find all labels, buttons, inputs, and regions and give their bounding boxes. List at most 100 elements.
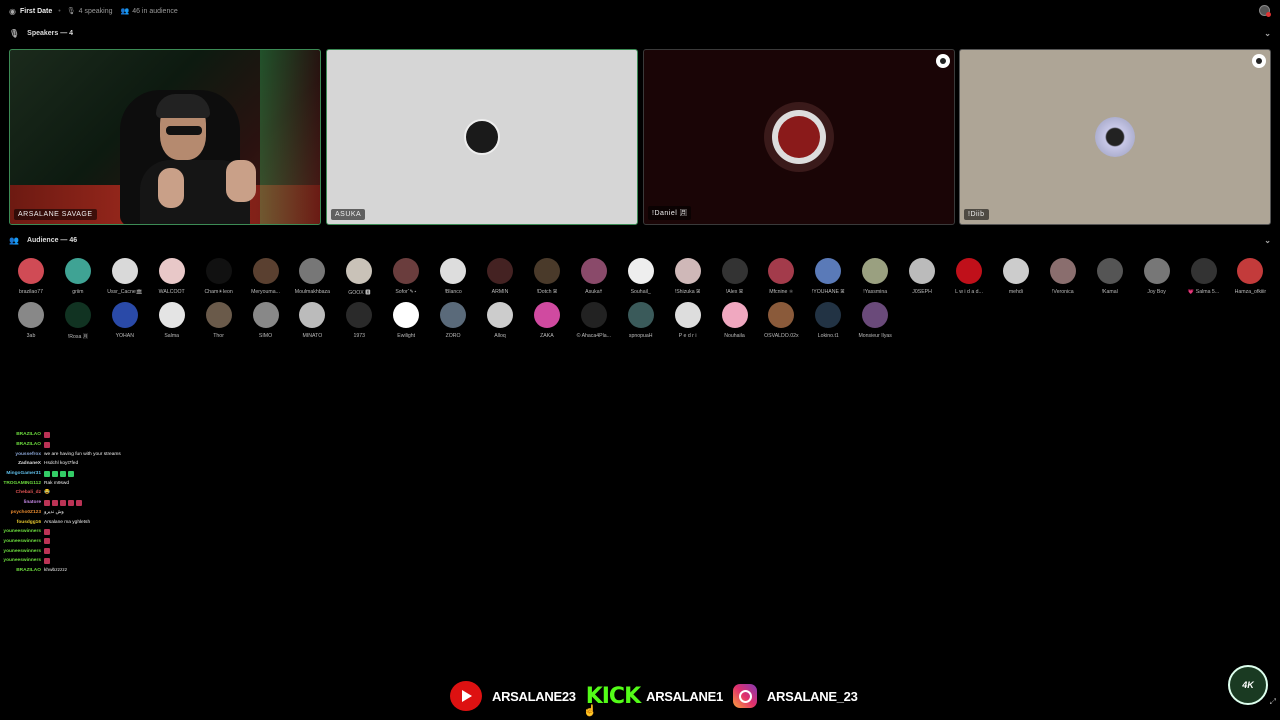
speaker-tile[interactable]: ARSALANE SAVAGE	[9, 49, 321, 225]
audience-member[interactable]: Salma	[150, 302, 194, 339]
avatar	[627, 302, 654, 328]
audience-member[interactable]: Sofor˚✎⋆	[384, 258, 428, 295]
audience-member[interactable]: Lokino.t1	[806, 302, 850, 339]
avatar	[393, 302, 420, 328]
room-title: First Date	[19, 7, 53, 15]
audience-member[interactable]: Meryouma...	[244, 258, 288, 295]
audience-member[interactable]: !Shizuka ꕤ	[666, 258, 710, 296]
emote-icon	[68, 499, 74, 506]
audience-member[interactable]: OSVALDO.02x	[759, 302, 803, 339]
audience-header[interactable]: 👥 Audience — 46 ⌄	[0, 232, 1280, 248]
audience-member[interactable]: !Yassmina	[853, 258, 897, 295]
user-avatar-icon[interactable]	[1259, 5, 1271, 17]
speakers-header[interactable]: 🎙 Speakers — 4 ⌄	[0, 25, 1280, 41]
audience-member[interactable]: !Rosa 🈷	[56, 302, 100, 340]
audience-member[interactable]: Mfcnine ⚛	[759, 258, 803, 295]
avatar	[627, 258, 654, 284]
audience-member[interactable]: !Dotch ꕤ	[525, 258, 569, 296]
avatar	[580, 258, 607, 284]
audience-member[interactable]: mehdi	[994, 258, 1038, 295]
speaker-tile[interactable]: !Daniel 🈷	[643, 49, 955, 225]
settings-icon[interactable]	[936, 54, 950, 68]
avatar	[18, 302, 44, 328]
chevron-down-icon[interactable]: ⌄	[1264, 29, 1271, 38]
chat-message: Chebali_dz 😂	[0, 488, 200, 498]
chevron-down-icon[interactable]: ⌄	[1264, 236, 1271, 245]
kick-handle: ARSALANE1	[646, 688, 723, 704]
audience-name: Ussr_Cacne🏛	[107, 289, 143, 295]
audience-member[interactable]: P e d r i	[666, 302, 710, 339]
audience-member[interactable]: spnopuaH	[619, 302, 663, 339]
chat-text: وش نديرو	[44, 509, 64, 515]
audience-name: Joy Boy	[1147, 289, 1166, 295]
audience-member[interactable]: © Ahaca4Pla...	[572, 302, 616, 339]
logo-text: 4K	[1242, 680, 1254, 690]
audience-member[interactable]: Ewilight	[384, 302, 428, 339]
settings-icon[interactable]	[1252, 54, 1266, 68]
audience-member[interactable]: brazilao77	[9, 258, 53, 295]
audience-member[interactable]: GOOX 🆇	[337, 258, 381, 296]
audience-member[interactable]: Monsieur Ilyas	[853, 302, 897, 339]
avatar	[1143, 258, 1170, 284]
audience-member[interactable]: YOHAN	[103, 302, 147, 339]
audience-name: ZAKA	[540, 333, 554, 339]
audience-member[interactable]: ZAKA	[525, 302, 569, 339]
audience-member[interactable]: Moulmakhbaza	[290, 258, 334, 295]
audience-member[interactable]: WALCOOT	[150, 258, 194, 295]
audience-member[interactable]: Souhail_	[619, 258, 663, 295]
speaker-name: ARSALANE SAVAGE	[14, 209, 97, 220]
audience-member[interactable]: !Veronica	[1041, 258, 1085, 295]
audience-member[interactable]: L w i d a d...	[947, 258, 991, 295]
audience-member[interactable]: Cham☀leon	[197, 258, 241, 295]
audience-member[interactable]: !Alex ꕤ	[713, 258, 757, 296]
chat-message: linatore	[0, 498, 200, 508]
audience-member[interactable]: Joy Boy	[1135, 258, 1179, 295]
chat-message: youneeswinners	[0, 556, 200, 566]
audience-member[interactable]: ZORO	[431, 302, 475, 339]
audience-member[interactable]: Thor	[197, 302, 241, 339]
audience-name: Moulmakhbaza	[294, 289, 330, 295]
avatar	[64, 258, 91, 284]
instagram-icon	[732, 684, 757, 708]
expand-icon[interactable]: ⤢	[1270, 697, 1276, 707]
audience-member[interactable]: Nouhaila	[713, 302, 757, 339]
audience-name: Hamza_ofkiiir	[1234, 289, 1267, 295]
audience-member[interactable]: griim	[56, 258, 100, 295]
audience-member[interactable]: !YOUHANE ꕤ	[806, 258, 850, 296]
speaking-count: 4 speaking	[78, 7, 113, 15]
avatar	[721, 258, 748, 284]
socials-banner: ARSALANE23 KICK ARSALANE1 ARSALANE_23	[450, 680, 870, 712]
audience-member[interactable]: !Blanco	[431, 258, 475, 295]
audience-member[interactable]: !Kamal	[1088, 258, 1132, 295]
audience-member[interactable]: Alloq	[478, 302, 522, 339]
topbar: ◉ First Date • 🎙 4 speaking 👥 46 in audien…	[0, 0, 1280, 22]
audience-member[interactable]: 💗 Salma 5...	[1182, 258, 1226, 295]
audience-member[interactable]: 3ab	[9, 302, 53, 339]
speaker-tile[interactable]: !Diib	[959, 49, 1271, 225]
audience-member[interactable]: Ussr_Cacne🏛	[103, 258, 147, 295]
audience-name: Cham☀leon	[204, 289, 233, 295]
avatar	[674, 258, 701, 284]
avatar	[533, 302, 560, 328]
audience-member[interactable]: SIMO	[244, 302, 288, 339]
chat-username: BRAZILAO	[16, 432, 41, 438]
chat-username: psycho0Z123	[10, 509, 41, 515]
chat-text: 😂	[44, 490, 50, 496]
audience-name: 💗 Salma 5...	[1187, 289, 1220, 295]
chat-message: ZadnaneX Hsdchl koyt7fed	[0, 459, 200, 469]
audience-member[interactable]: Hamza_ofkiiir	[1228, 258, 1272, 295]
speaker-tile[interactable]: ASUKA	[326, 49, 638, 225]
audience-member[interactable]: ARMIN	[478, 258, 522, 295]
audience-name: L w i d a d...	[955, 289, 983, 295]
avatar	[440, 302, 467, 328]
audience-member[interactable]: MINATO	[290, 302, 334, 339]
chat-username: ZadnaneX	[18, 461, 41, 467]
chat-username: youneeswinners	[3, 538, 41, 544]
audience-member[interactable]: 1973	[337, 302, 381, 339]
audience-name: Ewilight	[397, 333, 416, 339]
emote-icon	[68, 470, 74, 477]
avatar	[909, 258, 936, 284]
audience-member[interactable]: J0SEPH	[900, 258, 944, 295]
audience-member[interactable]: Asuka☨	[572, 258, 616, 295]
channel-logo: 4K	[1228, 665, 1268, 705]
